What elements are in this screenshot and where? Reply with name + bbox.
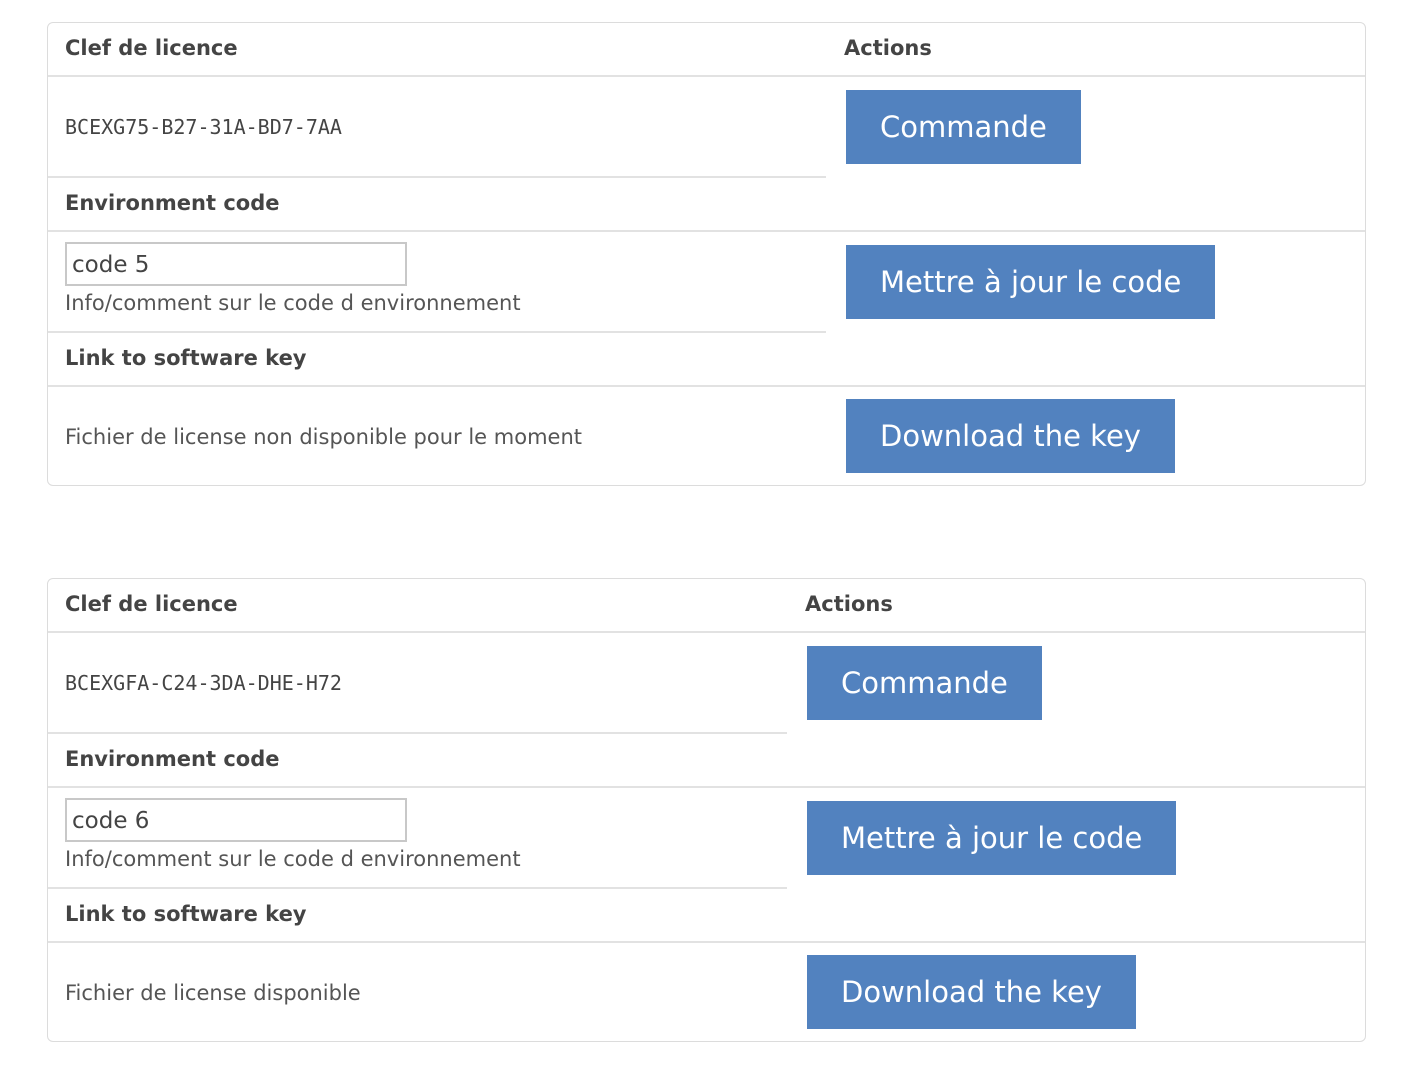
divider xyxy=(48,887,787,889)
license-key-value: BCEXGFA-C24-3DA-DHE-H72 xyxy=(65,671,342,695)
environment-code-label: Environment code xyxy=(65,191,280,215)
license-file-status: Fichier de license disponible xyxy=(65,981,361,1005)
update-code-button[interactable]: Mettre à jour le code xyxy=(807,801,1177,875)
license-key-header: Clef de licence xyxy=(65,592,238,616)
environment-code-info: Info/comment sur le code d environnement xyxy=(65,291,521,315)
divider xyxy=(48,331,826,333)
download-key-button[interactable]: Download the key xyxy=(807,955,1136,1029)
license-key-header: Clef de licence xyxy=(65,36,238,60)
license-file-status: Fichier de license non disponible pour l… xyxy=(65,425,582,449)
software-key-link-label: Link to software key xyxy=(65,902,307,926)
divider xyxy=(48,941,1365,943)
divider xyxy=(48,176,826,178)
divider xyxy=(48,385,1365,387)
license-key-value: BCEXG75-B27-31A-BD7-7AA xyxy=(65,115,342,139)
environment-code-label: Environment code xyxy=(65,747,280,771)
divider xyxy=(48,75,1365,77)
divider xyxy=(48,631,1365,633)
environment-code-input[interactable] xyxy=(65,242,407,286)
divider xyxy=(48,732,787,734)
order-button[interactable]: Commande xyxy=(846,90,1081,164)
update-code-button[interactable]: Mettre à jour le code xyxy=(846,245,1216,319)
divider xyxy=(48,230,1365,232)
software-key-link-label: Link to software key xyxy=(65,346,307,370)
actions-header: Actions xyxy=(844,36,932,60)
actions-header: Actions xyxy=(805,592,893,616)
divider xyxy=(48,786,1365,788)
license-card: Clef de licence Actions BCEXGFA-C24-3DA-… xyxy=(47,578,1366,1042)
environment-code-input[interactable] xyxy=(65,798,407,842)
download-key-button[interactable]: Download the key xyxy=(846,399,1175,473)
order-button[interactable]: Commande xyxy=(807,646,1042,720)
environment-code-info: Info/comment sur le code d environnement xyxy=(65,847,521,871)
license-card: Clef de licence Actions BCEXG75-B27-31A-… xyxy=(47,22,1366,486)
